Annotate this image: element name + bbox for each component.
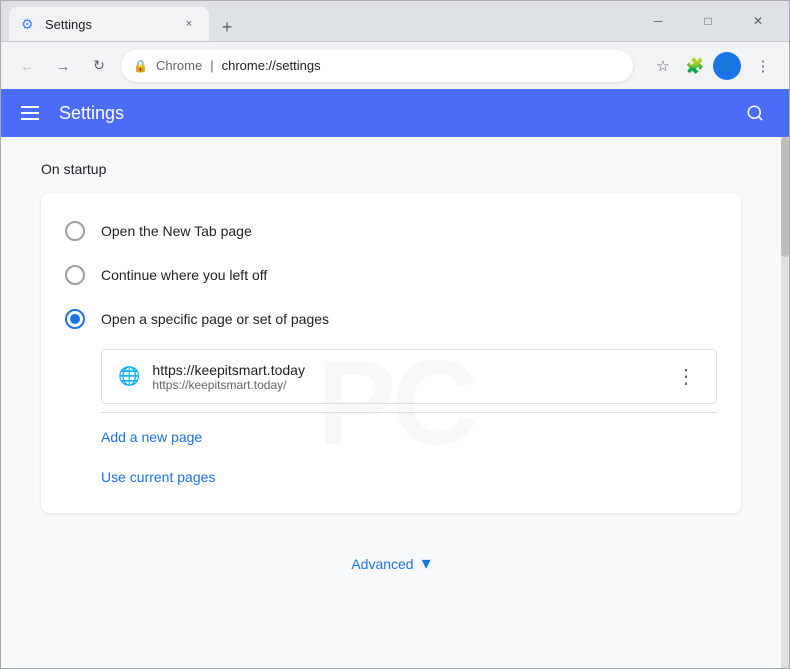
radio-circle-3[interactable] bbox=[65, 309, 85, 329]
tab-favicon-icon: ⚙ bbox=[21, 16, 37, 32]
menu-button[interactable]: ⋮ bbox=[749, 52, 777, 80]
startup-option-1-label: Open the New Tab page bbox=[101, 223, 252, 239]
forward-button[interactable]: → bbox=[49, 52, 77, 80]
startup-option-3-label: Open a specific page or set of pages bbox=[101, 311, 329, 327]
maximize-button[interactable]: □ bbox=[685, 5, 731, 37]
omnibox-url: chrome://settings bbox=[222, 58, 321, 73]
settings-content: On startup Open the New Tab page Continu… bbox=[1, 137, 781, 614]
bookmark-button[interactable]: ☆ bbox=[649, 52, 677, 80]
url-entry: 🌐 https://keepitsmart.today https://keep… bbox=[101, 349, 717, 404]
advanced-arrow-icon[interactable]: ▾ bbox=[422, 553, 431, 574]
add-new-page-button[interactable]: Add a new page bbox=[65, 417, 717, 457]
settings-search-button[interactable] bbox=[737, 95, 773, 131]
section-title: On startup bbox=[41, 161, 741, 177]
new-tab-button[interactable]: + bbox=[213, 13, 241, 41]
use-current-pages-button[interactable]: Use current pages bbox=[65, 457, 717, 497]
close-button[interactable]: ✕ bbox=[735, 5, 781, 37]
tab-title: Settings bbox=[45, 17, 173, 32]
reload-button[interactable]: ↻ bbox=[85, 52, 113, 80]
address-bar: ← → ↻ 🔒 Chrome | chrome://settings ☆ 🧩 👤… bbox=[1, 41, 789, 89]
radio-circle-2[interactable] bbox=[65, 265, 85, 285]
radio-circle-1[interactable] bbox=[65, 221, 85, 241]
settings-header: Settings bbox=[1, 89, 789, 137]
back-button[interactable]: ← bbox=[13, 52, 41, 80]
window-controls: ─ □ ✕ bbox=[635, 5, 781, 37]
startup-option-3[interactable]: Open a specific page or set of pages bbox=[65, 297, 717, 341]
hamburger-line bbox=[21, 118, 39, 120]
startup-option-2[interactable]: Continue where you left off bbox=[65, 253, 717, 297]
omnibox-separator: | bbox=[210, 58, 213, 73]
omnibox-site: Chrome bbox=[156, 58, 202, 73]
url-sub: https://keepitsmart.today/ bbox=[152, 378, 660, 392]
url-main: https://keepitsmart.today bbox=[152, 362, 660, 378]
hamburger-line bbox=[21, 106, 39, 108]
tab-strip: ⚙ Settings × + bbox=[9, 1, 635, 41]
extension-button[interactable]: 🧩 bbox=[681, 52, 709, 80]
hamburger-menu[interactable] bbox=[17, 102, 43, 124]
startup-option-2-label: Continue where you left off bbox=[101, 267, 267, 283]
advanced-button[interactable]: Advanced bbox=[351, 556, 413, 572]
omnibox[interactable]: 🔒 Chrome | chrome://settings bbox=[121, 50, 633, 82]
advanced-section: Advanced ▾ bbox=[41, 537, 741, 590]
profile-icon: 👤 bbox=[719, 58, 735, 74]
url-more-button[interactable]: ⋮ bbox=[672, 360, 700, 393]
toolbar-icons: ☆ 🧩 👤 ⋮ bbox=[649, 52, 777, 80]
scrollbar-track[interactable] bbox=[781, 137, 789, 668]
search-icon bbox=[746, 104, 764, 122]
hamburger-line bbox=[21, 112, 39, 114]
content-area[interactable]: PC On startup Open the New Tab page Cont… bbox=[1, 137, 789, 668]
active-tab[interactable]: ⚙ Settings × bbox=[9, 7, 209, 41]
tab-close-button[interactable]: × bbox=[181, 16, 197, 32]
url-info: https://keepitsmart.today https://keepit… bbox=[152, 362, 660, 392]
lock-icon: 🔒 bbox=[133, 59, 148, 73]
settings-page-title: Settings bbox=[59, 103, 124, 124]
scrollbar-thumb[interactable] bbox=[781, 137, 789, 257]
radio-inner-dot bbox=[70, 314, 80, 324]
url-globe-icon: 🌐 bbox=[118, 366, 140, 387]
minimize-button[interactable]: ─ bbox=[635, 5, 681, 37]
startup-option-1[interactable]: Open the New Tab page bbox=[65, 209, 717, 253]
startup-card: Open the New Tab page Continue where you… bbox=[41, 193, 741, 513]
title-bar: ⚙ Settings × + ─ □ ✕ bbox=[1, 1, 789, 41]
url-divider bbox=[101, 412, 717, 413]
profile-button[interactable]: 👤 bbox=[713, 52, 741, 80]
